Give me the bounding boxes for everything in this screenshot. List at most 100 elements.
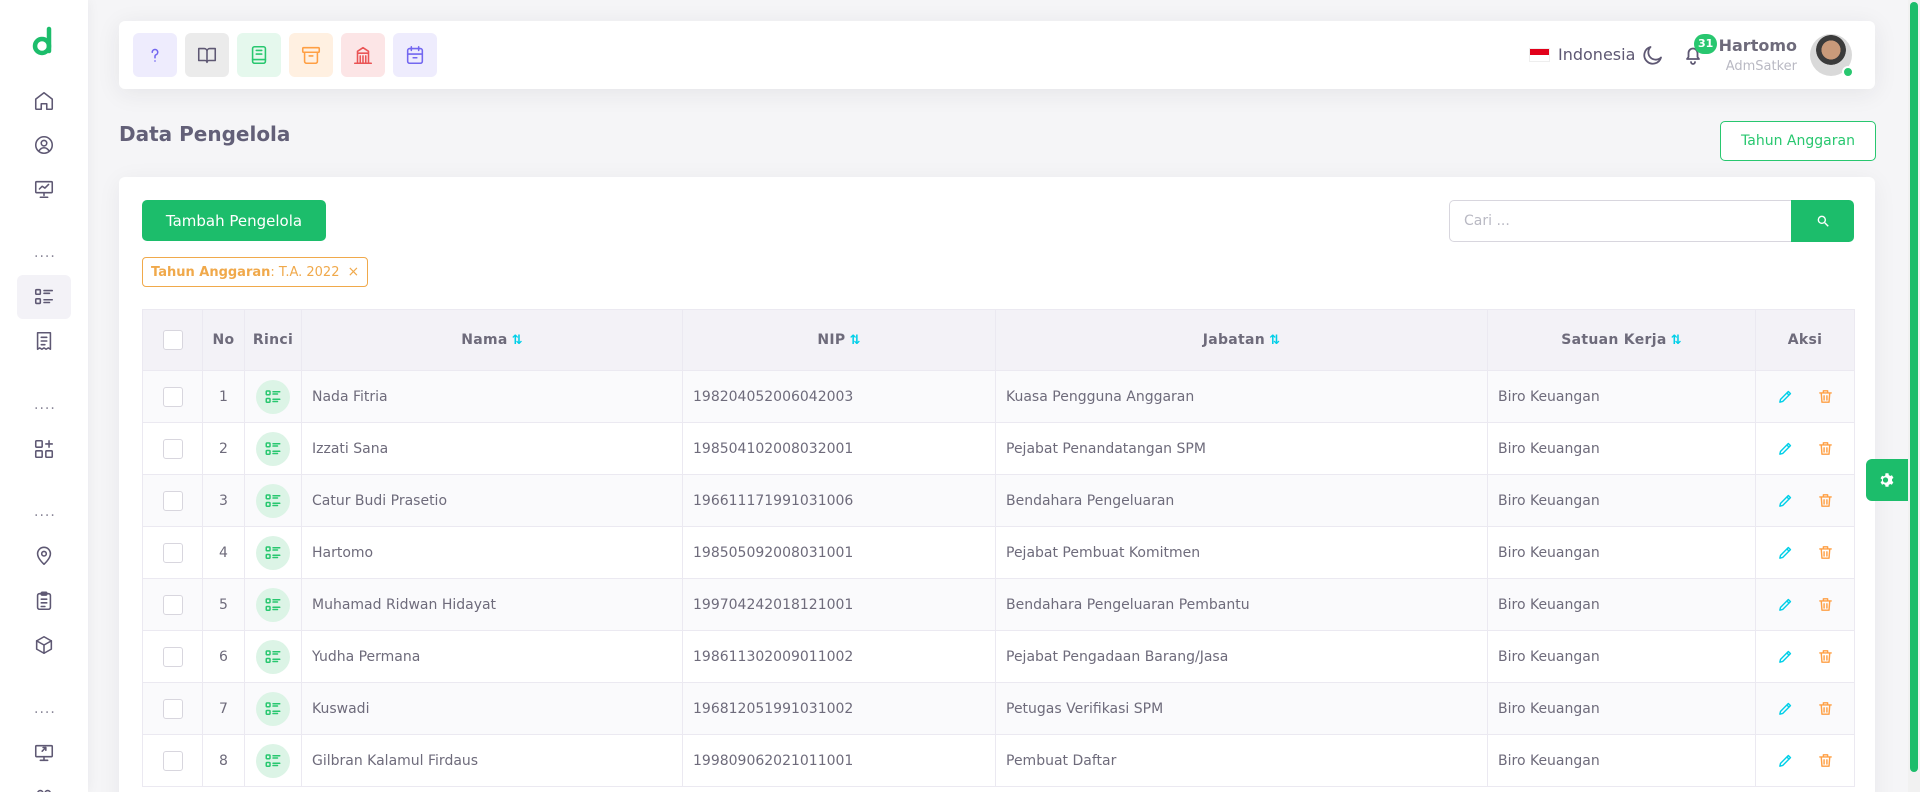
delete-button[interactable] — [1812, 488, 1838, 514]
edit-button[interactable] — [1772, 748, 1798, 774]
edit-button[interactable] — [1772, 592, 1798, 618]
row-checkbox[interactable] — [162, 438, 183, 459]
detail-button[interactable] — [256, 587, 290, 622]
edit-button[interactable] — [1772, 540, 1798, 566]
detail-button[interactable] — [256, 431, 290, 466]
sidebar-item-home[interactable] — [17, 79, 71, 123]
page-title: Data Pengelola — [119, 122, 291, 146]
building-button[interactable] — [341, 33, 385, 77]
avatar[interactable] — [1810, 34, 1854, 78]
sort-icon[interactable]: ⇅ — [512, 333, 523, 348]
header-no: No — [202, 309, 245, 371]
sidebar-item-profile[interactable] — [17, 123, 71, 167]
calendar-button[interactable] — [393, 33, 437, 77]
building-icon — [353, 46, 373, 65]
search-button[interactable] — [1791, 200, 1854, 242]
delete-button[interactable] — [1812, 384, 1838, 410]
sidebar-item-data-pengelola[interactable] — [17, 275, 71, 319]
row-checkbox[interactable] — [162, 750, 183, 771]
cell-jabatan: Petugas Verifikasi SPM — [995, 682, 1488, 735]
sort-icon[interactable]: ⇅ — [849, 333, 860, 348]
trash-icon — [1818, 442, 1832, 455]
sidebar-item-clipboard[interactable] — [17, 579, 71, 623]
page-scrollbar-thumb[interactable] — [1910, 2, 1918, 772]
delete-button[interactable] — [1812, 540, 1838, 566]
cell-nama: Catur Budi Prasetio — [301, 474, 683, 527]
row-select-cell — [142, 422, 203, 475]
header-jabatan[interactable]: Jabatan ⇅ — [995, 309, 1488, 371]
delete-button[interactable] — [1812, 748, 1838, 774]
cell-jabatan: Bendahara Pengeluaran Pembantu — [995, 578, 1488, 631]
cell-aksi — [1755, 526, 1855, 579]
notification-count-badge: 31 — [1694, 34, 1718, 54]
edit-button[interactable] — [1772, 644, 1798, 670]
delete-button[interactable] — [1812, 696, 1838, 722]
cell-jabatan: Pejabat Pembuat Komitmen — [995, 526, 1488, 579]
sidebar-item-location[interactable] — [17, 534, 71, 578]
header-satuan-kerja[interactable]: Satuan Kerja ⇅ — [1487, 309, 1756, 371]
header-nip[interactable]: NIP ⇅ — [682, 309, 996, 371]
header-nama[interactable]: Nama ⇅ — [301, 309, 683, 371]
detail-button[interactable] — [256, 639, 290, 674]
trash-icon — [1818, 754, 1832, 767]
remove-filter-icon[interactable]: × — [347, 264, 359, 280]
cell-nama: Nada Fitria — [301, 370, 683, 423]
sidebar-item-monitor[interactable] — [17, 731, 71, 775]
delete-button[interactable] — [1812, 644, 1838, 670]
row-checkbox[interactable] — [162, 490, 183, 511]
row-checkbox[interactable] — [162, 542, 183, 563]
delete-button[interactable] — [1812, 592, 1838, 618]
add-pengelola-button[interactable]: Tambah Pengelola — [142, 200, 326, 241]
monitor-share-icon — [34, 744, 54, 762]
sidebar-item-more[interactable] — [17, 775, 71, 792]
sort-icon[interactable]: ⇅ — [1671, 333, 1682, 348]
delete-button[interactable] — [1812, 436, 1838, 462]
row-checkbox[interactable] — [162, 698, 183, 719]
help-button[interactable] — [133, 33, 177, 77]
edit-button[interactable] — [1772, 384, 1798, 410]
user-name[interactable]: Hartomo — [1719, 36, 1797, 55]
app-logo-icon[interactable] — [30, 26, 58, 58]
detail-button[interactable] — [256, 483, 290, 518]
edit-button[interactable] — [1772, 488, 1798, 514]
cell-aksi — [1755, 630, 1855, 683]
edit-button[interactable] — [1772, 696, 1798, 722]
row-select-cell — [142, 526, 203, 579]
header-nama-label: Nama — [461, 332, 508, 348]
pencil-icon — [1778, 442, 1791, 455]
calendar-icon — [406, 45, 424, 65]
manual-book-button[interactable] — [185, 33, 229, 77]
sidebar-item-receipt[interactable] — [17, 319, 71, 363]
sidebar-item-dashboard[interactable] — [17, 167, 71, 211]
fiscal-year-button[interactable]: Tahun Anggaran — [1720, 121, 1876, 161]
row-checkbox[interactable] — [162, 646, 183, 667]
row-checkbox[interactable] — [162, 386, 183, 407]
dark-mode-moon-icon[interactable] — [1641, 43, 1665, 67]
detail-button[interactable] — [256, 743, 290, 778]
row-checkbox[interactable] — [162, 594, 183, 615]
list-details-icon — [265, 753, 281, 767]
guide-book-button[interactable] — [237, 33, 281, 77]
search-input[interactable] — [1449, 200, 1793, 242]
cell-nama: Muhamad Ridwan Hidayat — [301, 578, 683, 631]
home-icon — [34, 91, 54, 111]
edit-button[interactable] — [1772, 436, 1798, 462]
detail-button[interactable] — [256, 379, 290, 414]
trash-icon — [1818, 702, 1832, 715]
detail-button[interactable] — [256, 691, 290, 726]
theme-customizer-button[interactable] — [1866, 459, 1908, 501]
archive-button[interactable] — [289, 33, 333, 77]
row-select-cell — [142, 734, 203, 787]
cell-no: 2 — [202, 422, 245, 475]
sidebar-item-package[interactable] — [17, 623, 71, 667]
sidebar-item-apps[interactable] — [17, 427, 71, 471]
book-open-icon — [197, 47, 217, 64]
select-all-checkbox[interactable] — [162, 330, 183, 350]
cell-nip: 198504102008032001 — [682, 422, 996, 475]
language-selector[interactable]: Indonesia — [1529, 45, 1635, 64]
sidebar-section-dots: .... — [34, 245, 56, 261]
cell-jabatan: Kuasa Pengguna Anggaran — [995, 370, 1488, 423]
detail-button[interactable] — [256, 535, 290, 570]
sort-icon[interactable]: ⇅ — [1269, 333, 1280, 348]
cell-rinci — [244, 526, 302, 579]
